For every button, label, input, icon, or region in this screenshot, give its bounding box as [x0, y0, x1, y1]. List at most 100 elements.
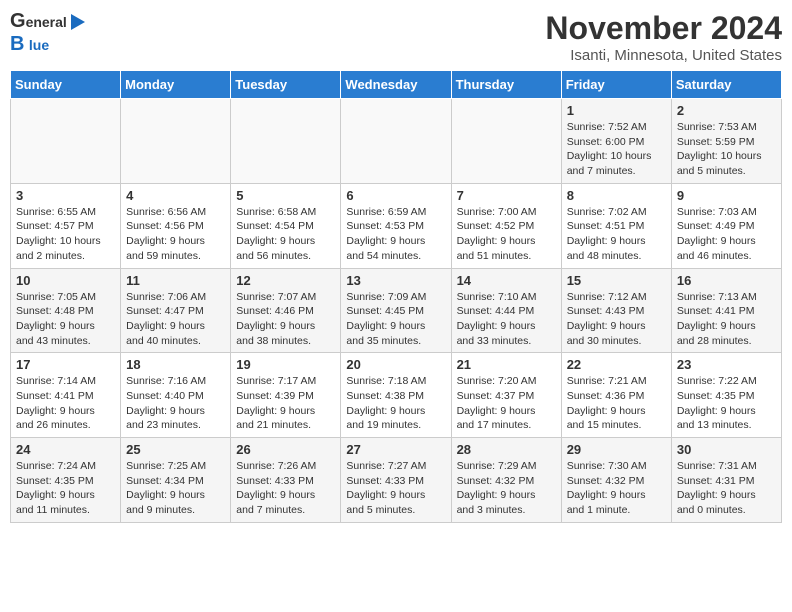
day-info: Sunrise: 7:14 AM Sunset: 4:41 PM Dayligh… — [16, 374, 115, 433]
logo-g: G — [10, 10, 26, 33]
day-info: Sunrise: 6:55 AM Sunset: 4:57 PM Dayligh… — [16, 205, 115, 264]
day-number: 12 — [236, 273, 335, 288]
day-number: 23 — [677, 357, 776, 372]
day-number: 29 — [567, 442, 666, 457]
day-info: Sunrise: 7:24 AM Sunset: 4:35 PM Dayligh… — [16, 459, 115, 518]
calendar-cell: 17 Sunrise: 7:14 AM Sunset: 4:41 PM Dayli… — [11, 353, 121, 438]
day-number: 17 — [16, 357, 115, 372]
month-title: November 2024 — [545, 10, 782, 47]
day-info: Sunrise: 7:13 AM Sunset: 4:41 PM Dayligh… — [677, 290, 776, 349]
day-info: Sunrise: 7:21 AM Sunset: 4:36 PM Dayligh… — [567, 374, 666, 433]
calendar-cell: 2Sunrise: 7:53 AM Sunset: 5:59 PM Daylig… — [671, 99, 781, 184]
calendar-body: 1 Sunrise: 7:52 AM Sunset: 6:00 PM Daylig… — [11, 99, 782, 523]
calendar-week-4: 17 Sunrise: 7:14 AM Sunset: 4:41 PM Dayli… — [11, 353, 782, 438]
calendar-cell: 22 Sunrise: 7:21 AM Sunset: 4:36 PM Dayli… — [561, 353, 671, 438]
calendar-cell: 21 Sunrise: 7:20 AM Sunset: 4:37 PM Dayli… — [451, 353, 561, 438]
calendar-cell: 25 Sunrise: 7:25 AM Sunset: 4:34 PM Dayli… — [121, 438, 231, 523]
day-info: Sunrise: 7:25 AM Sunset: 4:34 PM Dayligh… — [126, 459, 225, 518]
day-info: Sunrise: 7:52 AM Sunset: 6:00 PM Dayligh… — [567, 120, 666, 179]
day-info: Sunrise: 7:03 AM Sunset: 4:49 PM Dayligh… — [677, 205, 776, 264]
calendar-cell — [341, 99, 451, 184]
day-info: Sunrise: 7:12 AM Sunset: 4:43 PM Dayligh… — [567, 290, 666, 349]
day-number: 26 — [236, 442, 335, 457]
calendar-cell: 30Sunrise: 7:31 AM Sunset: 4:31 PM Dayli… — [671, 438, 781, 523]
day-info: Sunrise: 7:18 AM Sunset: 4:38 PM Dayligh… — [346, 374, 445, 433]
calendar-cell — [231, 99, 341, 184]
calendar-cell: 10 Sunrise: 7:05 AM Sunset: 4:48 PM Dayli… — [11, 268, 121, 353]
title-area: November 2024 Isanti, Minnesota, United … — [545, 10, 782, 64]
weekday-header-sunday: Sunday — [11, 71, 121, 99]
calendar-cell: 1 Sunrise: 7:52 AM Sunset: 6:00 PM Daylig… — [561, 99, 671, 184]
day-info: Sunrise: 6:59 AM Sunset: 4:53 PM Dayligh… — [346, 205, 445, 264]
calendar-cell — [121, 99, 231, 184]
day-info: Sunrise: 7:05 AM Sunset: 4:48 PM Dayligh… — [16, 290, 115, 349]
day-info: Sunrise: 6:56 AM Sunset: 4:56 PM Dayligh… — [126, 205, 225, 264]
day-number: 16 — [677, 273, 776, 288]
calendar-cell: 12 Sunrise: 7:07 AM Sunset: 4:46 PM Dayli… — [231, 268, 341, 353]
day-info: Sunrise: 7:06 AM Sunset: 4:47 PM Dayligh… — [126, 290, 225, 349]
calendar-week-1: 1 Sunrise: 7:52 AM Sunset: 6:00 PM Daylig… — [11, 99, 782, 184]
calendar-cell: 5 Sunrise: 6:58 AM Sunset: 4:54 PM Daylig… — [231, 183, 341, 268]
day-number: 21 — [457, 357, 556, 372]
calendar-cell: 13Sunrise: 7:09 AM Sunset: 4:45 PM Dayli… — [341, 268, 451, 353]
day-number: 24 — [16, 442, 115, 457]
calendar-table: SundayMondayTuesdayWednesdayThursdayFrid… — [10, 70, 782, 523]
day-number: 6 — [346, 188, 445, 203]
day-info: Sunrise: 7:00 AM Sunset: 4:52 PM Dayligh… — [457, 205, 556, 264]
day-number: 8 — [567, 188, 666, 203]
day-number: 19 — [236, 357, 335, 372]
day-info: Sunrise: 7:16 AM Sunset: 4:40 PM Dayligh… — [126, 374, 225, 433]
calendar-cell: 16 Sunrise: 7:13 AM Sunset: 4:41 PM Dayli… — [671, 268, 781, 353]
day-number: 7 — [457, 188, 556, 203]
day-number: 13 — [346, 273, 445, 288]
logo-b: B — [10, 33, 24, 55]
calendar-cell: 7 Sunrise: 7:00 AM Sunset: 4:52 PM Daylig… — [451, 183, 561, 268]
weekday-header-friday: Friday — [561, 71, 671, 99]
day-info: Sunrise: 7:02 AM Sunset: 4:51 PM Dayligh… — [567, 205, 666, 264]
weekday-header-wednesday: Wednesday — [341, 71, 451, 99]
day-info: Sunrise: 7:20 AM Sunset: 4:37 PM Dayligh… — [457, 374, 556, 433]
weekday-header-tuesday: Tuesday — [231, 71, 341, 99]
calendar-cell: 28 Sunrise: 7:29 AM Sunset: 4:32 PM Dayli… — [451, 438, 561, 523]
day-info: Sunrise: 7:26 AM Sunset: 4:33 PM Dayligh… — [236, 459, 335, 518]
calendar-cell: 15 Sunrise: 7:12 AM Sunset: 4:43 PM Dayli… — [561, 268, 671, 353]
day-number: 5 — [236, 188, 335, 203]
calendar-cell: 20Sunrise: 7:18 AM Sunset: 4:38 PM Dayli… — [341, 353, 451, 438]
day-info: Sunrise: 6:58 AM Sunset: 4:54 PM Dayligh… — [236, 205, 335, 264]
day-number: 28 — [457, 442, 556, 457]
day-info: Sunrise: 7:29 AM Sunset: 4:32 PM Dayligh… — [457, 459, 556, 518]
page-header: G eneral B lue November 2024 Isanti, Min… — [10, 10, 782, 64]
calendar-cell — [11, 99, 121, 184]
calendar-cell: 3 Sunrise: 6:55 AM Sunset: 4:57 PM Daylig… — [11, 183, 121, 268]
logo: G eneral B lue — [10, 10, 87, 56]
day-number: 10 — [16, 273, 115, 288]
calendar-cell: 11Sunrise: 7:06 AM Sunset: 4:47 PM Dayli… — [121, 268, 231, 353]
calendar-cell: 14Sunrise: 7:10 AM Sunset: 4:44 PM Dayli… — [451, 268, 561, 353]
day-number: 14 — [457, 273, 556, 288]
day-number: 15 — [567, 273, 666, 288]
calendar-cell: 9Sunrise: 7:03 AM Sunset: 4:49 PM Daylig… — [671, 183, 781, 268]
logo-lue: lue — [29, 37, 49, 53]
day-info: Sunrise: 7:22 AM Sunset: 4:35 PM Dayligh… — [677, 374, 776, 433]
day-number: 22 — [567, 357, 666, 372]
calendar-cell — [451, 99, 561, 184]
calendar-cell: 18 Sunrise: 7:16 AM Sunset: 4:40 PM Dayli… — [121, 353, 231, 438]
day-number: 3 — [16, 188, 115, 203]
calendar-cell: 26 Sunrise: 7:26 AM Sunset: 4:33 PM Dayli… — [231, 438, 341, 523]
calendar-cell: 4Sunrise: 6:56 AM Sunset: 4:56 PM Daylig… — [121, 183, 231, 268]
calendar-cell: 24 Sunrise: 7:24 AM Sunset: 4:35 PM Dayli… — [11, 438, 121, 523]
day-info: Sunrise: 7:07 AM Sunset: 4:46 PM Dayligh… — [236, 290, 335, 349]
day-info: Sunrise: 7:30 AM Sunset: 4:32 PM Dayligh… — [567, 459, 666, 518]
calendar-cell: 8 Sunrise: 7:02 AM Sunset: 4:51 PM Daylig… — [561, 183, 671, 268]
day-number: 27 — [346, 442, 445, 457]
day-number: 18 — [126, 357, 225, 372]
calendar-cell: 19Sunrise: 7:17 AM Sunset: 4:39 PM Dayli… — [231, 353, 341, 438]
day-number: 1 — [567, 103, 666, 118]
calendar-week-2: 3 Sunrise: 6:55 AM Sunset: 4:57 PM Daylig… — [11, 183, 782, 268]
day-number: 25 — [126, 442, 225, 457]
calendar-week-3: 10 Sunrise: 7:05 AM Sunset: 4:48 PM Dayli… — [11, 268, 782, 353]
calendar-cell: 6 Sunrise: 6:59 AM Sunset: 4:53 PM Daylig… — [341, 183, 451, 268]
logo-eneral: eneral — [26, 14, 67, 30]
day-number: 2 — [677, 103, 776, 118]
weekday-header-thursday: Thursday — [451, 71, 561, 99]
